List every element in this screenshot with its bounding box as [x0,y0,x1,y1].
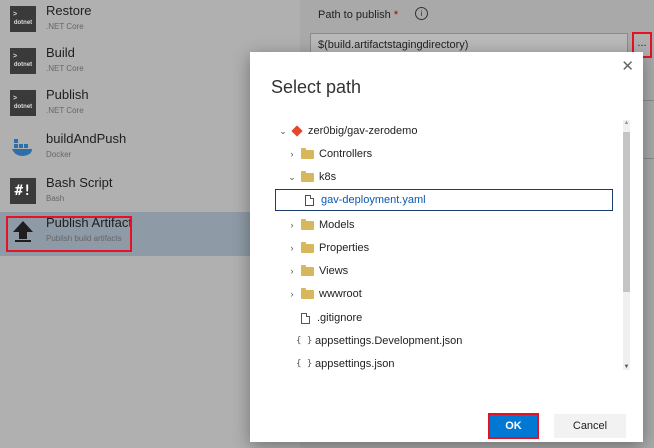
tree-node-appsettings[interactable]: { } appsettings.json [296,353,395,375]
scroll-thumb[interactable] [623,132,630,292]
task-restore[interactable]: > dotnet Restore .NET Core [0,0,300,44]
folder-icon [301,287,314,299]
task-subtitle: .NET Core [46,64,84,73]
dialog-title: Select path [271,77,362,97]
folder-icon [301,170,314,182]
tree-node-gitignore[interactable]: .gitignore [298,307,362,329]
close-icon[interactable]: ✕ [621,57,634,75]
json-file-icon: { } [296,359,313,369]
file-icon [301,312,310,324]
highlight-box [6,216,132,252]
task-subtitle: .NET Core [46,22,84,31]
folder-icon [301,241,314,253]
chevron-right-icon[interactable]: › [286,266,298,276]
task-subtitle: Docker [46,150,72,159]
tree-node-repo[interactable]: ⌄ zer0big/gav-zerodemo [277,120,417,142]
file-icon [305,194,314,206]
path-tree: ⌄ zer0big/gav-zerodemo › Controllers ⌄ k… [270,117,628,375]
chevron-down-icon[interactable]: ⌄ [286,172,298,183]
chevron-right-icon[interactable]: › [286,243,298,253]
chevron-right-icon[interactable]: › [286,289,298,299]
tree-node-models[interactable]: › Models [286,214,354,236]
scroll-down-icon[interactable]: ▼ [623,364,630,370]
folder-icon [301,147,314,159]
task-title: Restore [46,3,92,18]
ok-button[interactable]: OK [488,413,539,439]
tree-node-views[interactable]: › Views [286,260,348,282]
bash-icon: #! [10,178,36,204]
chevron-right-icon[interactable]: › [286,149,298,159]
select-path-dialog: Select path ✕ ⌄ zer0big/gav-zerodemo › C… [250,52,643,442]
docker-icon [10,134,36,160]
task-subtitle: .NET Core [46,106,84,115]
folder-icon [301,264,314,276]
tree-node-wwwroot[interactable]: › wwwroot [286,283,362,305]
divider [644,158,654,159]
chevron-right-icon[interactable]: › [286,220,298,230]
tree-node-k8s[interactable]: ⌄ k8s [286,166,336,188]
tree-node-controllers[interactable]: › Controllers [286,143,372,165]
dotnet-icon: > dotnet [10,48,36,74]
tree-scrollbar[interactable]: ▲ ▼ [623,120,630,370]
task-subtitle: Bash [46,194,65,203]
dotnet-icon: > dotnet [10,6,36,32]
json-file-icon: { } [296,336,313,346]
path-to-publish-label: Path to publish * [318,9,399,21]
chevron-down-icon[interactable]: ⌄ [277,126,289,137]
task-title: buildAndPush [46,131,127,146]
task-title: Publish [46,87,89,102]
tree-node-properties[interactable]: › Properties [286,237,369,259]
git-repo-icon [291,125,303,137]
tree-node-appsettings-development[interactable]: { } appsettings.Development.json [296,330,462,352]
task-title: Build [46,45,75,60]
scroll-up-icon[interactable]: ▲ [623,120,630,126]
task-title: Bash Script [46,175,113,190]
cancel-button[interactable]: Cancel [554,414,626,438]
tree-node-gav-deployment[interactable]: gav-deployment.yaml [275,189,613,211]
info-icon[interactable]: i [415,7,428,20]
dotnet-icon: > dotnet [10,90,36,116]
folder-icon [301,218,314,230]
